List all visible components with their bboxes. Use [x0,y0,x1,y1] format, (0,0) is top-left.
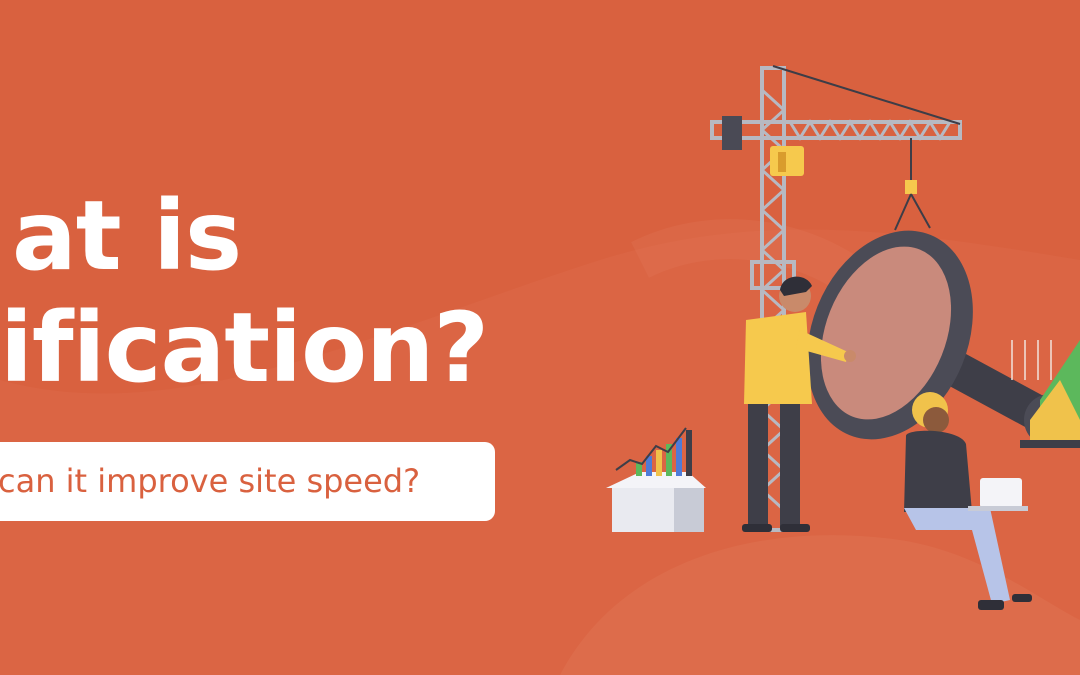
box-with-bar-chart [606,427,706,532]
illustration [606,65,1080,610]
page-title-line-2: ification? [0,292,489,404]
subtitle-box: can it improve site speed? [0,442,495,521]
seated-woman-with-laptop [904,392,1032,610]
subtitle-text: can it improve site speed? [0,462,421,500]
page-title-line-1: at is [12,180,242,292]
